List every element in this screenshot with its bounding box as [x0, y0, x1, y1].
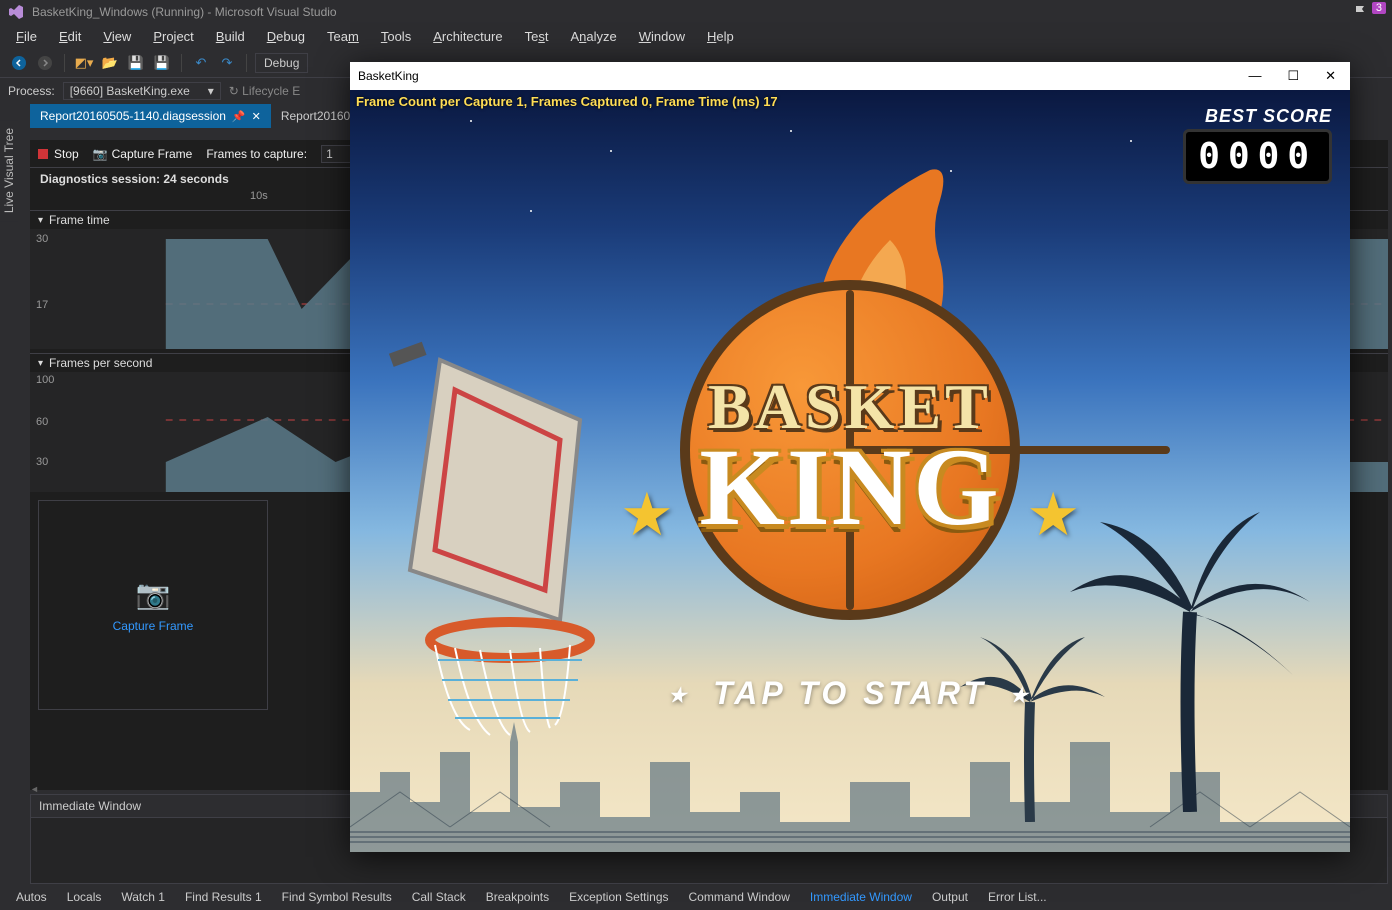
palm-tree-icon [950, 622, 1110, 822]
menu-team[interactable]: Team [317, 27, 369, 46]
notification-count-badge[interactable]: 3 [1372, 2, 1386, 14]
tab-report-active[interactable]: Report20160505-1140.diagsession 📌 ✕ [30, 104, 271, 128]
tab-error-list[interactable]: Error List... [980, 888, 1055, 906]
game-titlebar[interactable]: BasketKing — ☐ ✕ [350, 62, 1350, 90]
save-all-button[interactable]: 💾 [151, 52, 173, 74]
game-window-title: BasketKing [358, 69, 419, 83]
camera-icon: 📷 [136, 578, 171, 611]
minimize-button[interactable]: — [1242, 68, 1267, 84]
process-dropdown[interactable]: [9660] BasketKing.exe [63, 82, 221, 100]
frame-overlay-text: Frame Count per Capture 1, Frames Captur… [356, 94, 778, 109]
menu-bar: File Edit View Project Build Debug Team … [0, 24, 1392, 48]
tap-to-start-label: TAP TO START [713, 675, 987, 711]
notification-flag-icon[interactable] [1354, 4, 1368, 21]
live-visual-tree-tab[interactable]: Live Visual Tree [0, 120, 18, 221]
tab-breakpoints[interactable]: Breakpoints [478, 888, 557, 906]
redo-button[interactable]: ↷ [216, 52, 238, 74]
stop-button[interactable]: Stop [38, 147, 79, 161]
nav-forward-button [34, 52, 56, 74]
menu-analyze[interactable]: Analyze [560, 27, 626, 46]
best-score-label: BEST SCORE [1183, 106, 1332, 127]
lifecycle-events-button[interactable]: ↻ Lifecycle E [229, 84, 300, 98]
menu-help[interactable]: Help [697, 27, 744, 46]
menu-architecture[interactable]: Architecture [423, 27, 512, 46]
tab-find-symbol[interactable]: Find Symbol Results [274, 888, 400, 906]
menu-edit[interactable]: Edit [49, 27, 91, 46]
tab-find-results[interactable]: Find Results 1 [177, 888, 270, 906]
tab-autos[interactable]: Autos [8, 888, 55, 906]
solution-config-dropdown[interactable]: Debug [255, 53, 308, 73]
logo-king-text: KING [640, 424, 1060, 551]
tab-command-window[interactable]: Command Window [681, 888, 798, 906]
nav-back-button[interactable] [8, 52, 30, 74]
bottom-tool-tabs: Autos Locals Watch 1 Find Results 1 Find… [0, 884, 1392, 910]
logo-text: BASKET KING [640, 370, 1060, 551]
best-score-panel: BEST SCORE 0000 [1183, 106, 1332, 184]
save-button[interactable]: 💾 [125, 52, 147, 74]
tab-label: Report20160505-1140.diagsession [40, 109, 226, 123]
vs-logo-icon [8, 4, 24, 20]
vs-titlebar: BasketKing_Windows (Running) - Microsoft… [0, 0, 1392, 24]
window-title: BasketKing_Windows (Running) - Microsoft… [32, 5, 337, 19]
best-score-value: 0000 [1183, 129, 1332, 184]
menu-view[interactable]: View [93, 27, 141, 46]
ruler-tick-10s: 10s [250, 190, 268, 202]
window-controls: — ☐ ✕ [1242, 68, 1342, 84]
capture-frame-label: Capture Frame [113, 619, 194, 633]
tab-watch1[interactable]: Watch 1 [113, 888, 173, 906]
menu-window[interactable]: Window [629, 27, 695, 46]
basketball-hoop [360, 340, 620, 743]
menu-test[interactable]: Test [515, 27, 559, 46]
tap-to-start[interactable]: ★ TAP TO START ★ [658, 675, 1041, 712]
menu-build[interactable]: Build [206, 27, 255, 46]
star-icon: ★ [668, 685, 690, 707]
menu-file[interactable]: File [6, 27, 47, 46]
close-button[interactable]: ✕ [1319, 68, 1342, 84]
pin-icon[interactable]: 📌 [232, 110, 246, 123]
tab-exception-settings[interactable]: Exception Settings [561, 888, 676, 906]
capture-frame-panel[interactable]: 📷 Capture Frame [38, 500, 268, 710]
open-file-button[interactable]: 📂 [99, 52, 121, 74]
tab-output[interactable]: Output [924, 888, 976, 906]
tab-locals[interactable]: Locals [59, 888, 110, 906]
maximize-button[interactable]: ☐ [1281, 68, 1305, 84]
close-icon[interactable]: ✕ [252, 110, 261, 123]
menu-tools[interactable]: Tools [371, 27, 421, 46]
menu-debug[interactable]: Debug [257, 27, 315, 46]
process-label: Process: [8, 84, 55, 98]
tab-immediate-window[interactable]: Immediate Window [802, 888, 920, 906]
undo-button[interactable]: ↶ [190, 52, 212, 74]
game-canvas[interactable]: Frame Count per Capture 1, Frames Captur… [350, 90, 1350, 852]
game-logo: ★ ★ BASKET KING [680, 280, 1020, 620]
menu-project[interactable]: Project [143, 27, 203, 46]
capture-frame-button[interactable]: 📷Capture Frame [93, 147, 193, 161]
new-project-button[interactable]: ◩▾ [73, 52, 95, 74]
frames-to-capture-label: Frames to capture: [206, 147, 307, 161]
game-window: BasketKing — ☐ ✕ Frame Count per Capture… [350, 62, 1350, 852]
tab-call-stack[interactable]: Call Stack [404, 888, 474, 906]
star-icon: ★ [1010, 685, 1032, 707]
